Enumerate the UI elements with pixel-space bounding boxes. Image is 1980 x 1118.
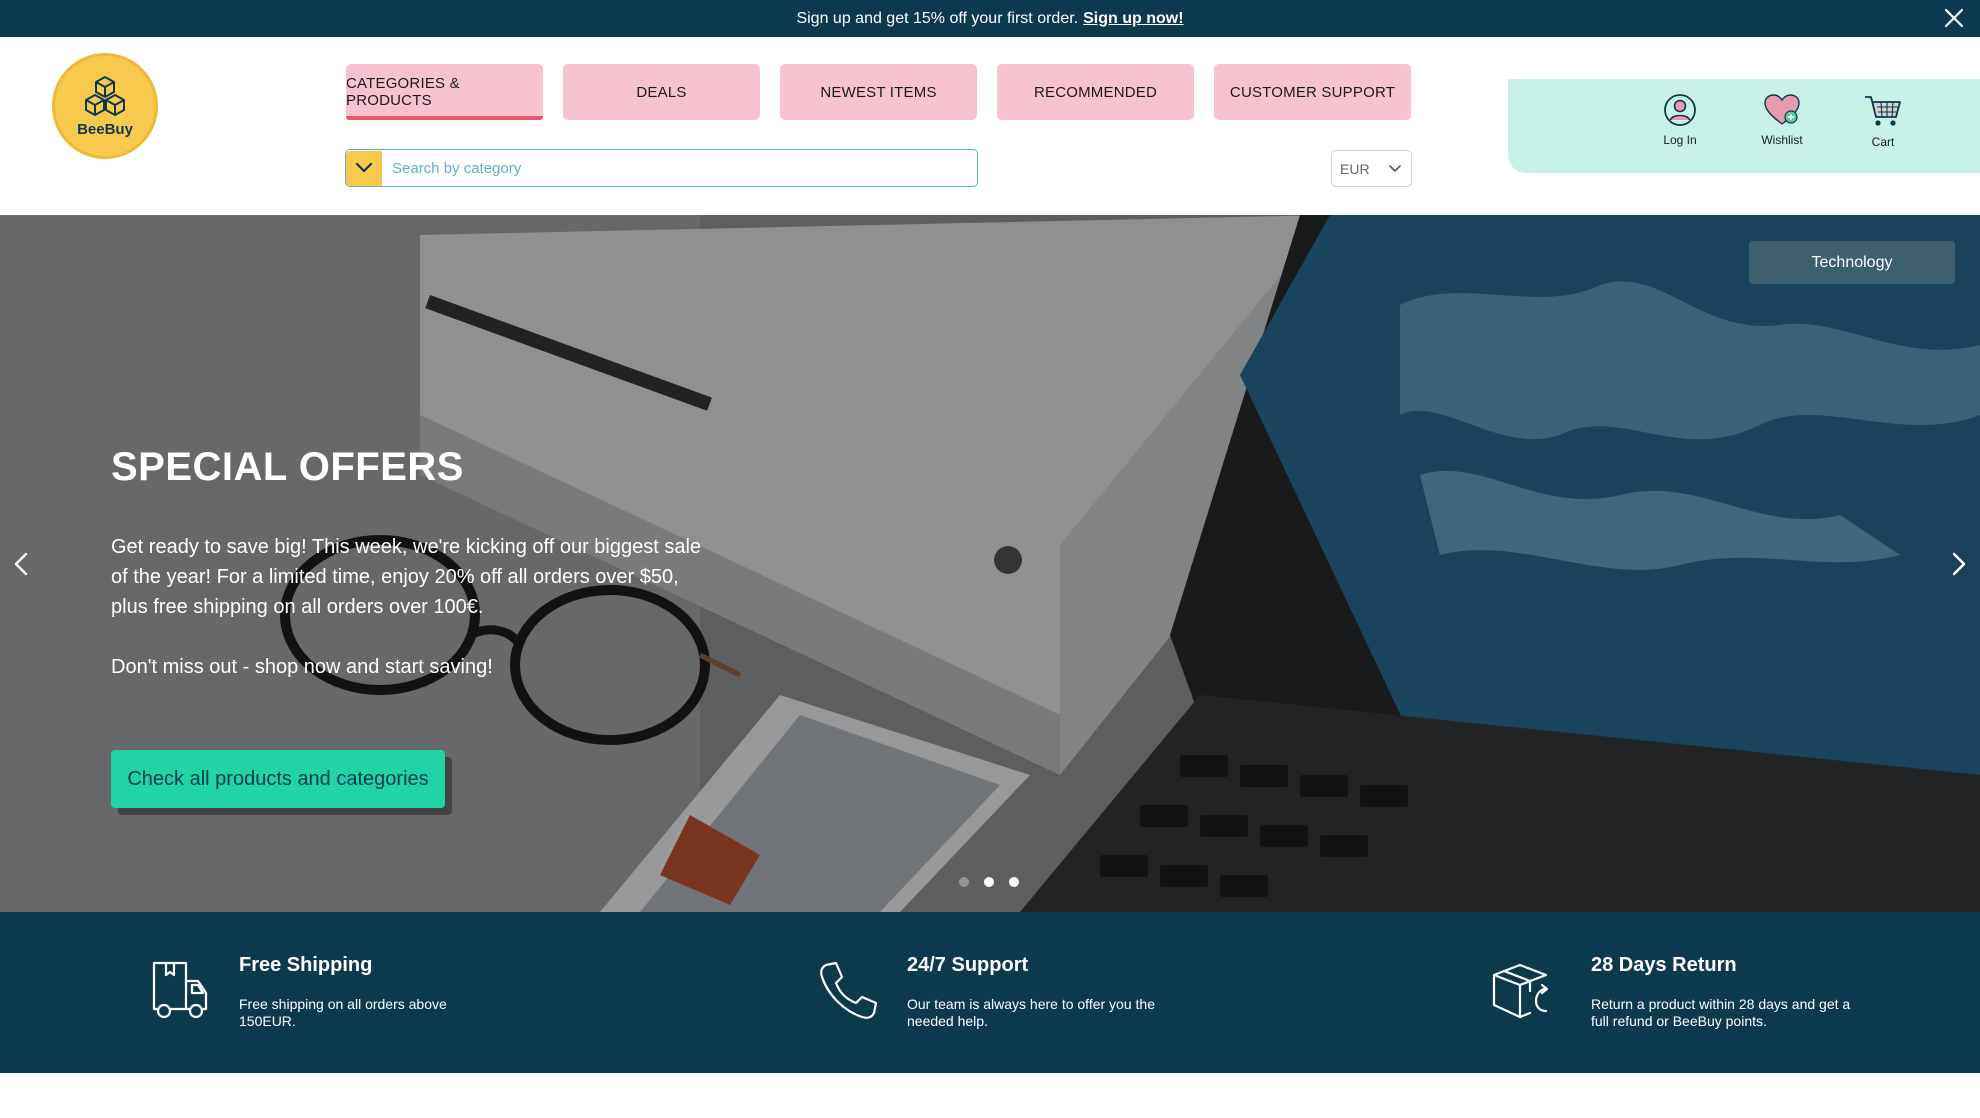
- hero-title: SPECIAL OFFERS: [111, 445, 464, 489]
- brand-name: BeeBuy: [77, 120, 133, 138]
- features-strip: Free Shipping Free shipping on all order…: [0, 912, 1980, 1073]
- feature-description: Return a product within 28 days and get …: [1591, 996, 1851, 1029]
- beebuy-logo[interactable]: BeeBuy: [52, 53, 158, 159]
- cart-label: Cart: [1871, 135, 1895, 149]
- truck-icon: [152, 961, 208, 1019]
- nav-recommended[interactable]: RECOMMENDED: [997, 64, 1194, 120]
- chevron-right-icon[interactable]: [1948, 548, 1972, 580]
- return-box-icon: [1492, 963, 1549, 1019]
- signup-link[interactable]: Sign up now!: [1083, 10, 1183, 28]
- chevron-left-icon[interactable]: [8, 548, 32, 580]
- phone-icon: [820, 961, 878, 1019]
- search-bar: [345, 149, 978, 187]
- currency-select[interactable]: EUR: [1331, 150, 1412, 187]
- cart-button[interactable]: Cart: [1843, 93, 1923, 149]
- slide-dot[interactable]: [959, 877, 969, 887]
- feature-title: Free Shipping: [239, 954, 373, 976]
- nav-customer-support[interactable]: CUSTOMER SUPPORT: [1214, 64, 1411, 120]
- heart-icon: [1764, 94, 1800, 125]
- feature-description: Our team is always here to offer you the…: [907, 996, 1155, 1029]
- check-products-button[interactable]: Check all products and categories: [111, 750, 445, 808]
- main-nav: CATEGORIES & PRODUCTS DEALS NEWEST ITEMS…: [346, 64, 1411, 120]
- chevron-down-icon: [1389, 164, 1401, 172]
- close-icon[interactable]: [1942, 6, 1966, 30]
- chevron-down-icon: [355, 162, 373, 173]
- cart-icon: [1865, 96, 1901, 126]
- slide-indicators: [959, 877, 1019, 887]
- login-button[interactable]: Log In: [1640, 93, 1720, 147]
- nav-deals[interactable]: DEALS: [563, 64, 760, 120]
- feature-title: 28 Days Return: [1591, 954, 1737, 976]
- hero-description: Get ready to save big! This week, we're …: [111, 536, 702, 618]
- user-icon: [1664, 94, 1696, 126]
- currency-value: EUR: [1340, 160, 1370, 177]
- feature-description: Free shipping on all orders above 150EUR…: [239, 996, 447, 1029]
- hero-slider: Technology SPECIAL OFFERS Get ready to s…: [0, 215, 1980, 912]
- slide-dot[interactable]: [1009, 877, 1019, 887]
- promo-bar: Sign up and get 15% off your first order…: [0, 0, 1980, 37]
- category-tag-button[interactable]: Technology: [1749, 241, 1955, 284]
- nav-categories-products[interactable]: CATEGORIES & PRODUCTS: [346, 64, 543, 120]
- account-panel: Log In Wishlist Cart: [1508, 79, 1980, 173]
- wishlist-label: Wishlist: [1761, 133, 1803, 147]
- site-header: BeeBuy CATEGORIES & PRODUCTS DEALS NEWES…: [0, 37, 1980, 215]
- promo-text: Sign up and get 15% off your first order…: [796, 9, 1079, 27]
- feature-title: 24/7 Support: [907, 954, 1029, 976]
- login-label: Log In: [1663, 133, 1697, 147]
- cubes-icon: [85, 75, 125, 116]
- wishlist-button[interactable]: Wishlist: [1742, 93, 1822, 147]
- slide-dot[interactable]: [984, 877, 994, 887]
- search-input[interactable]: [382, 150, 977, 186]
- hero-call-to-action-text: Don't miss out - shop now and start savi…: [111, 656, 493, 678]
- search-category-dropdown[interactable]: [346, 150, 382, 186]
- nav-newest-items[interactable]: NEWEST ITEMS: [780, 64, 977, 120]
